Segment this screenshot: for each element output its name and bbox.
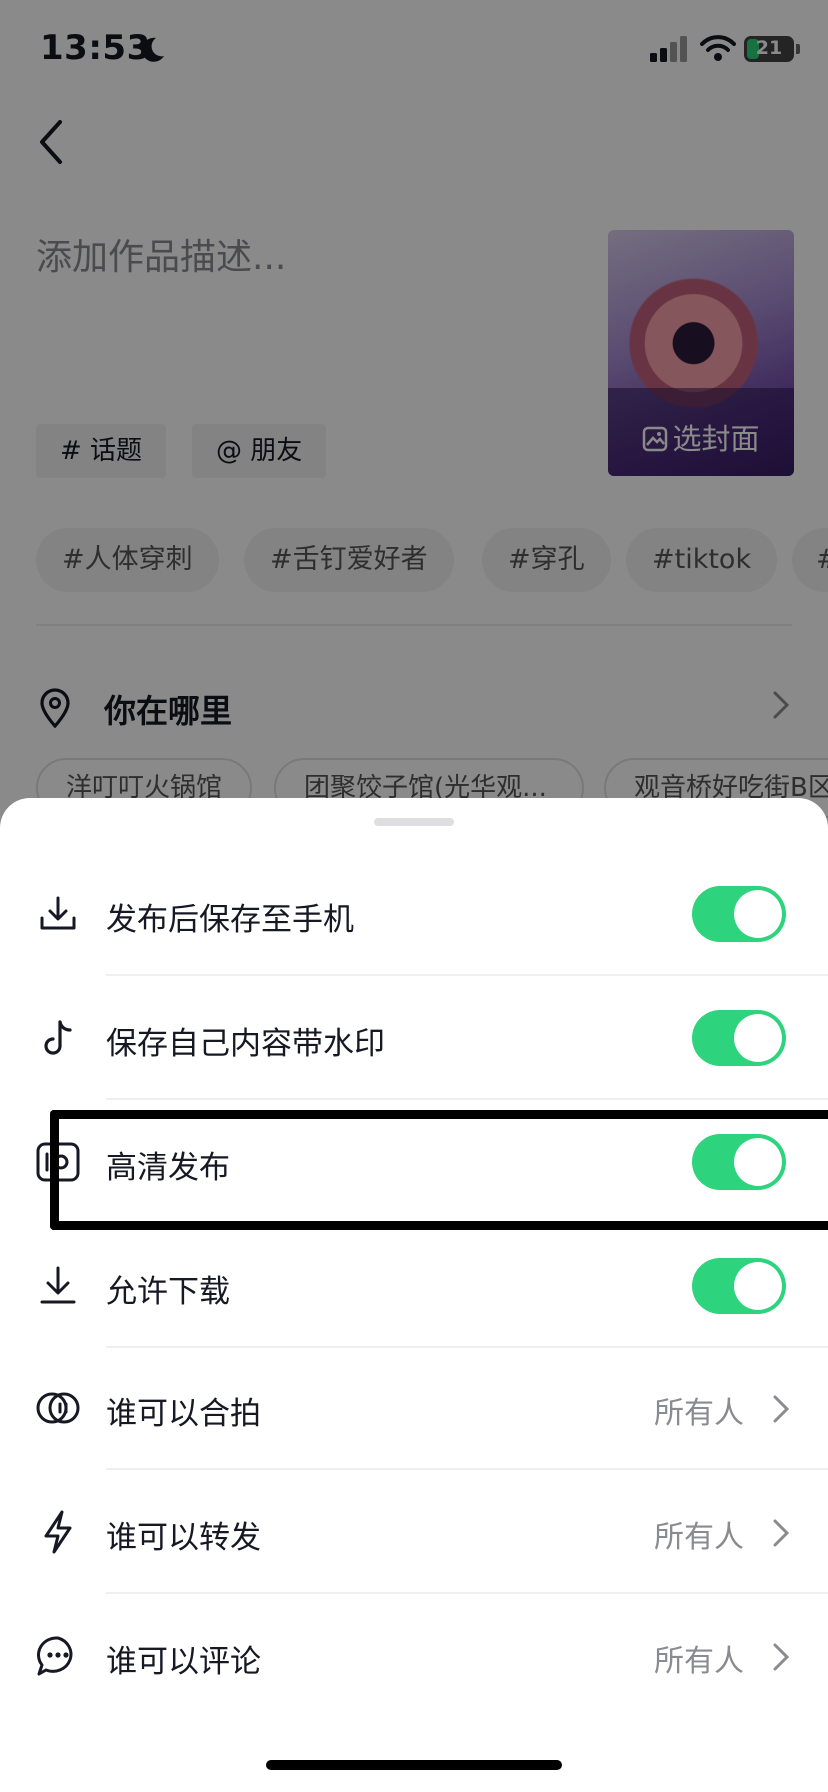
lightning-icon bbox=[44, 1510, 72, 1554]
who-can-repost-label[interactable]: 谁可以转发 bbox=[106, 1512, 261, 1557]
save-to-phone-label: 发布后保存至手机 bbox=[106, 902, 354, 938]
row-divider bbox=[106, 1098, 828, 1100]
watermark-toggle[interactable] bbox=[692, 1010, 786, 1066]
allow-download-label: 允许下载 bbox=[106, 1274, 230, 1310]
save-to-phone-toggle[interactable] bbox=[692, 886, 786, 942]
who-can-duet-label[interactable]: 谁可以合拍 bbox=[106, 1388, 261, 1433]
row-divider bbox=[106, 1592, 828, 1594]
row-divider bbox=[106, 1346, 828, 1348]
who-can-comment-label[interactable]: 谁可以评论 bbox=[106, 1636, 261, 1681]
allow-download-toggle[interactable] bbox=[692, 1258, 786, 1314]
tiktok-note-icon bbox=[44, 1020, 72, 1055]
comment-icon bbox=[37, 1636, 73, 1676]
who-can-duet-value[interactable]: 所有人 bbox=[654, 1388, 744, 1432]
download-tray-icon bbox=[40, 896, 76, 930]
watermark-label: 保存自己内容带水印 bbox=[106, 1026, 385, 1062]
who-can-comment-value[interactable]: 所有人 bbox=[654, 1636, 744, 1680]
who-can-repost-value[interactable]: 所有人 bbox=[654, 1512, 744, 1556]
chevron-right-icon[interactable] bbox=[772, 1642, 790, 1672]
row-divider bbox=[106, 974, 828, 976]
chevron-right-icon[interactable] bbox=[772, 1394, 790, 1424]
chevron-right-icon[interactable] bbox=[772, 1518, 790, 1548]
row-divider bbox=[106, 1468, 828, 1470]
highlight-annotation-box bbox=[50, 1110, 828, 1230]
duet-icon bbox=[36, 1392, 80, 1424]
home-indicator[interactable] bbox=[266, 1760, 562, 1770]
download-icon bbox=[40, 1266, 76, 1304]
sheet-handle[interactable] bbox=[374, 818, 454, 826]
